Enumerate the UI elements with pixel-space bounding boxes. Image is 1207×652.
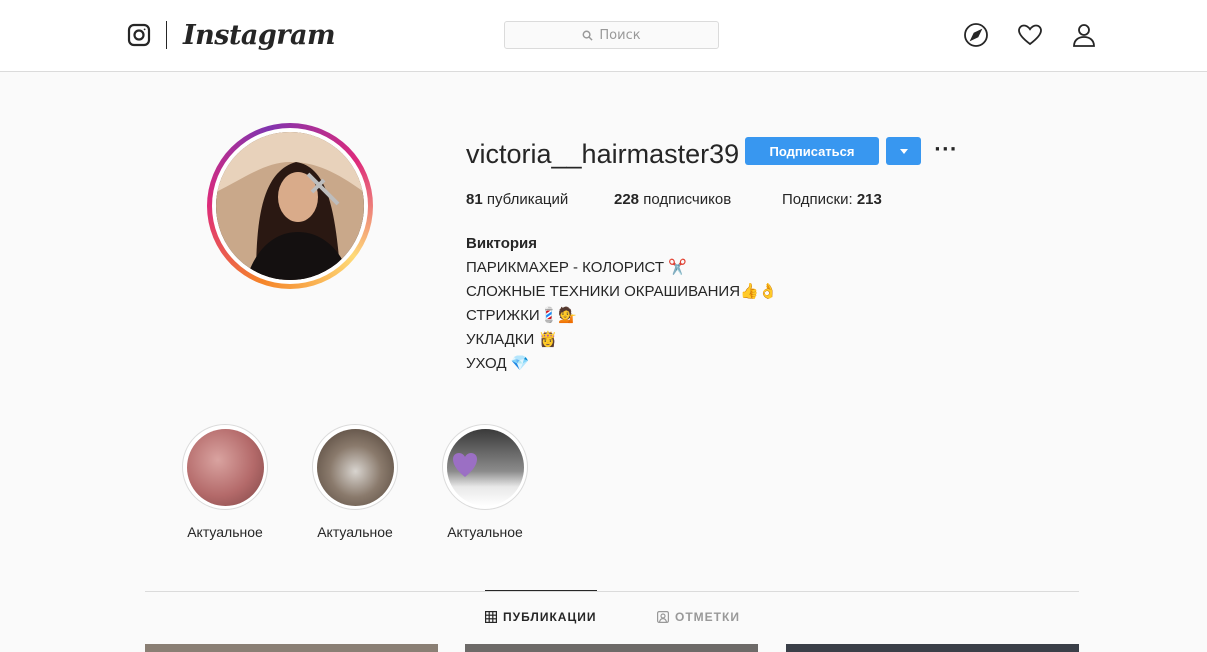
avatar-frame	[212, 128, 368, 284]
highlight-cover	[186, 428, 264, 506]
profile-username: victoria__hairmaster39	[466, 139, 740, 169]
post-thumbnail[interactable]	[145, 644, 438, 652]
instagram-wordmark[interactable]: Instagram	[183, 18, 336, 54]
bio-line: ПАРИКМАХЕР - КОЛОРИСТ ✂️	[466, 259, 687, 276]
tab-posts[interactable]: ПУБЛИКАЦИИ	[485, 610, 596, 624]
following-count-value: 213	[856, 191, 882, 208]
tagged-icon	[657, 611, 669, 623]
highlight-label: Актуальное	[447, 524, 523, 540]
follow-button[interactable]: Подписаться	[745, 137, 879, 165]
bio-full-name: Виктория	[466, 235, 538, 252]
posts-count: 81 публикаций	[466, 190, 568, 210]
story-highlight[interactable]: Актуальное	[300, 424, 410, 540]
tab-tagged[interactable]: ОТМЕТКИ	[657, 610, 740, 624]
more-options-button[interactable]: ···	[934, 140, 958, 160]
post-thumbnail[interactable]	[465, 644, 758, 652]
logo-divider	[166, 21, 167, 49]
followers-count-label: подписчиков	[643, 191, 732, 208]
bio-line: УХОД 💎	[466, 355, 530, 372]
avatar-photo-art	[216, 132, 364, 280]
bio-line: СТРИЖКИ💈💁	[466, 307, 578, 324]
following-count-label: Подписки:	[782, 191, 853, 208]
grid-icon	[485, 611, 497, 623]
profile-bio: Виктория ПАРИКМАХЕР - КОЛОРИСТ ✂️ СЛОЖНЫ…	[466, 232, 777, 376]
highlight-ring	[182, 424, 268, 510]
caret-down-icon	[899, 148, 908, 154]
following-count[interactable]: Подписки: 213	[782, 190, 882, 210]
highlight-ring	[442, 424, 528, 510]
posts-count-label: публикаций	[486, 191, 569, 208]
highlight-cover	[446, 428, 524, 506]
top-navigation-bar: Instagram Поиск	[0, 0, 1207, 72]
story-highlight[interactable]: Актуальное	[170, 424, 280, 540]
search-input[interactable]: Поиск	[504, 21, 719, 49]
suggestions-dropdown-button[interactable]	[886, 137, 921, 165]
followers-count[interactable]: 228 подписчиков	[614, 190, 731, 210]
tab-posts-label: ПУБЛИКАЦИИ	[503, 610, 597, 624]
highlight-label: Актуальное	[317, 524, 393, 540]
tabs-divider	[145, 591, 1079, 592]
heart-icon[interactable]	[1017, 22, 1043, 48]
search-placeholder: Поиск	[599, 27, 641, 43]
post-thumbnail[interactable]	[786, 644, 1079, 652]
posts-count-value: 81	[466, 191, 483, 208]
profile-avatar	[216, 132, 364, 280]
user-icon[interactable]	[1071, 22, 1097, 48]
highlight-ring	[312, 424, 398, 510]
search-icon	[582, 30, 594, 41]
active-tab-indicator	[485, 590, 597, 591]
tab-tagged-label: ОТМЕТКИ	[675, 610, 740, 624]
bio-line: УКЛАДКИ 👸	[466, 331, 558, 348]
profile-avatar-story-ring[interactable]	[207, 123, 373, 289]
instagram-glyph-icon[interactable]	[127, 23, 151, 47]
purple-heart-icon	[452, 452, 477, 477]
followers-count-value: 228	[614, 191, 640, 208]
compass-icon[interactable]	[963, 22, 989, 48]
story-highlight[interactable]: Актуальное	[430, 424, 540, 540]
highlight-cover	[316, 428, 394, 506]
highlight-label: Актуальное	[187, 524, 263, 540]
bio-line: СЛОЖНЫЕ ТЕХНИКИ ОКРАШИВАНИЯ👍👌	[466, 283, 778, 300]
